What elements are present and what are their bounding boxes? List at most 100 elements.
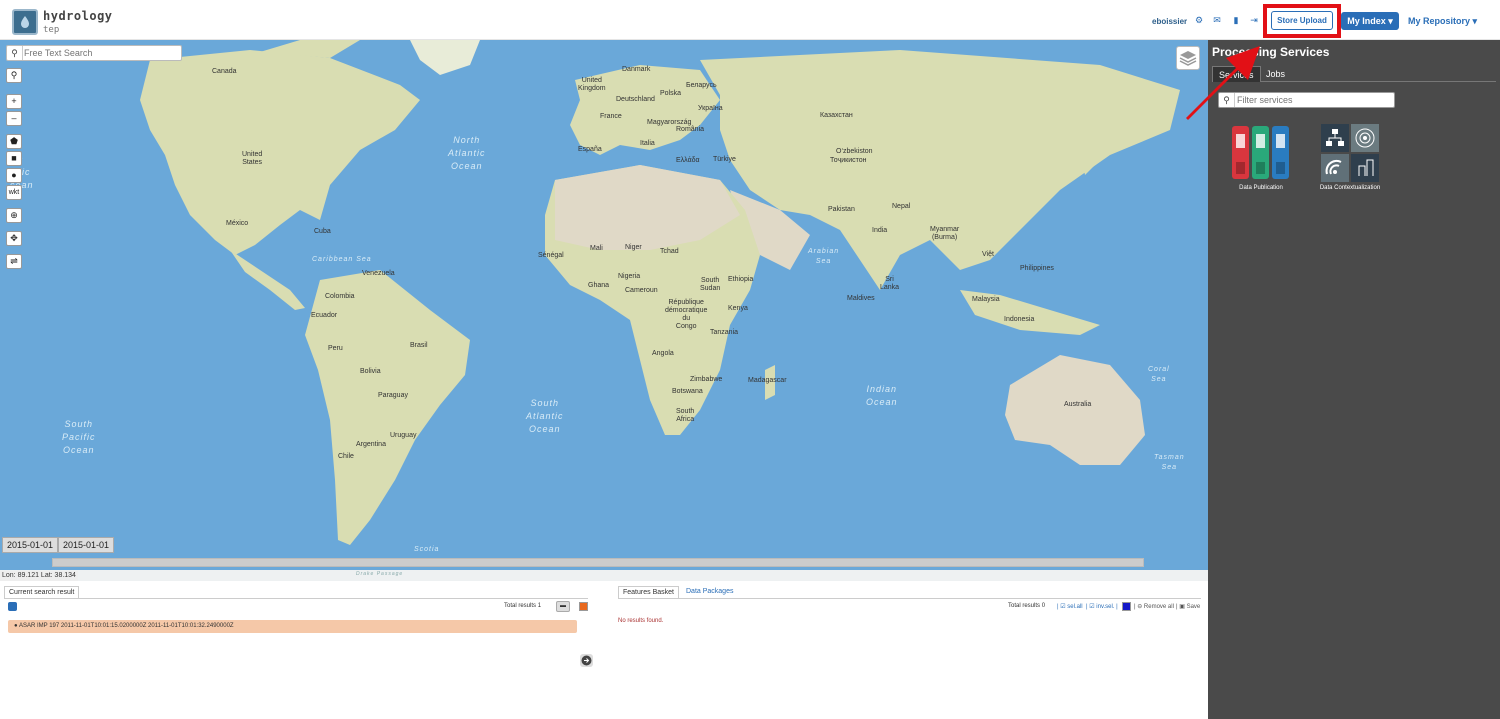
color-swatch[interactable] [579,602,588,611]
go-button[interactable] [580,654,593,667]
label-magyarorszag: Magyarország [647,119,692,126]
draw-point-button[interactable]: ● [6,168,22,183]
search-total: Total results 1 [504,603,541,609]
timeline-slider[interactable] [52,558,1144,567]
date-start-button[interactable]: 2015-01-01 [2,537,59,553]
basket-total: Total results 0 [1008,603,1045,609]
envelope-icon[interactable]: ✉ [1212,15,1222,25]
my-repository-dropdown[interactable]: My Repository ▾ [1408,12,1477,30]
processing-services-panel: Processing Services Services Jobs ⚲ Data… [1208,40,1500,719]
label-north-atlantic: North Atlantic Ocean [448,135,486,171]
swap-icon: ⇌ [10,256,18,266]
label-polska: Polska [660,90,682,97]
service-data-contextualization[interactable]: Data Contextualization [1305,124,1395,191]
swap-button[interactable]: ⇌ [6,254,22,269]
label-drake: Drake Passage [356,571,404,577]
search-icon[interactable]: ⚲ [7,46,23,60]
free-text-search-input[interactable] [24,47,179,59]
zoom-out-button[interactable]: – [6,111,22,126]
label-tanzania: Tanzania [710,329,739,336]
my-repository-label: My Repository [1408,16,1471,26]
label-sri-lanka: Sri Lanka [880,276,900,291]
label-scotia: Scotia [414,546,440,553]
label-australia: Australia [1064,401,1092,408]
book-icon[interactable]: ▮ [1231,15,1241,25]
invert-selection-link[interactable]: | ☑ inv.sel. | [1086,603,1118,610]
label-tasman-sea: Tasman Sea [1154,454,1185,471]
arrow-right-icon [581,655,592,666]
select-all-label: sel.all [1067,604,1083,610]
signout-icon[interactable]: ⇥ [1249,15,1259,25]
service-data-publication[interactable]: Data Publication [1216,124,1306,191]
label-india: India [872,227,888,234]
my-index-dropdown[interactable]: My Index ▾ [1341,12,1399,30]
label-south-africa: South Africa [676,408,695,423]
label-nigeria: Nigeria [618,273,641,280]
map-view[interactable]: Canada United States México Cuba Venezue… [0,40,1208,581]
label-united-states: United States [242,151,263,166]
label-ellada: Ελλάδα [676,157,700,164]
save-label: Save [1186,604,1201,610]
draw-box-button[interactable]: ■ [6,151,22,166]
basket-empty-message: No results found. [618,618,664,624]
caret-down-icon: ▾ [1388,16,1393,26]
search-icon: ⚲ [10,70,18,80]
expand-button[interactable]: ✥ [6,231,22,246]
user-link[interactable]: eboissier [1152,17,1187,26]
label-italia: Italia [640,140,655,147]
drop-icon [21,16,29,28]
expand-icon: ✥ [10,233,18,243]
label-peru: Peru [328,345,343,352]
total-value: 1 [537,603,542,609]
mouse-coordinates: Lon: 89.121 Lat: 38.134 [0,571,78,581]
list-view-button[interactable]: ▬ [556,601,570,612]
date-end-button[interactable]: 2015-01-01 [58,537,115,553]
label-viet: Việt [982,251,994,258]
label-ghana: Ghana [588,282,610,289]
label-kazakhstan: Казахстан [820,112,853,119]
world-map [0,40,1208,581]
store-upload-button[interactable]: Store Upload [1271,11,1333,30]
label-colombia: Colombia [325,293,355,300]
remove-all-label: Remove all [1143,604,1174,610]
label-espana: España [578,146,602,153]
label-turkiye: Türkiye [713,156,736,163]
gear-icon[interactable]: ⚙ [1194,15,1204,25]
total-value: 0 [1041,603,1046,609]
label-cameroun: Cameroun [625,287,658,294]
draw-polygon-button[interactable]: ⬟ [6,134,22,149]
total-label: Total results [1008,603,1041,609]
search-tool-button[interactable]: ⚲ [6,68,22,83]
color-swatch[interactable] [1122,602,1131,611]
select-all-link[interactable]: | ☑ sel.all [1057,603,1083,610]
label-uruguay: Uruguay [390,432,417,439]
globe-icon: ● [14,623,18,629]
tab-divider [618,598,1201,599]
remove-all-link[interactable]: | ⊖ Remove all [1134,603,1174,610]
globe-button[interactable]: ⊕ [6,208,22,223]
label-ecuador: Ecuador [311,312,338,319]
label-rdc: République démocratique du Congo [665,299,708,330]
label-france: France [600,113,622,120]
service-label: Data Contextualization [1319,185,1381,191]
free-text-search[interactable]: ⚲ [6,45,182,61]
hydrology-logo[interactable] [12,9,38,35]
label-philippines: Philippines [1020,265,1054,272]
label-brasil: Brasil [410,342,428,349]
label-indonesia: Indonesia [1004,316,1035,323]
label-south-atlantic: South Atlantic Ocean [526,398,564,434]
label-argentina: Argentina [356,441,386,448]
label-niger: Niger [625,244,642,251]
label-malaysia: Malaysia [972,296,1000,303]
save-link[interactable]: | ▣ Save [1176,603,1200,610]
label-south-pacific: South Pacific Ocean [62,419,96,455]
zoom-in-button[interactable]: + [6,94,22,109]
wkt-button[interactable]: wkt [6,185,22,200]
binders-icon [1232,126,1289,179]
label-kenya: Kenya [728,305,748,312]
result-item[interactable]: ● ASAR IMP 197 2011-11-01T10:01:15.02000… [8,620,577,633]
brand-sub: tep [43,25,60,35]
marker-icon: ● [11,170,17,180]
share-icon[interactable] [8,602,17,611]
brand-name: hydrology [43,9,113,23]
